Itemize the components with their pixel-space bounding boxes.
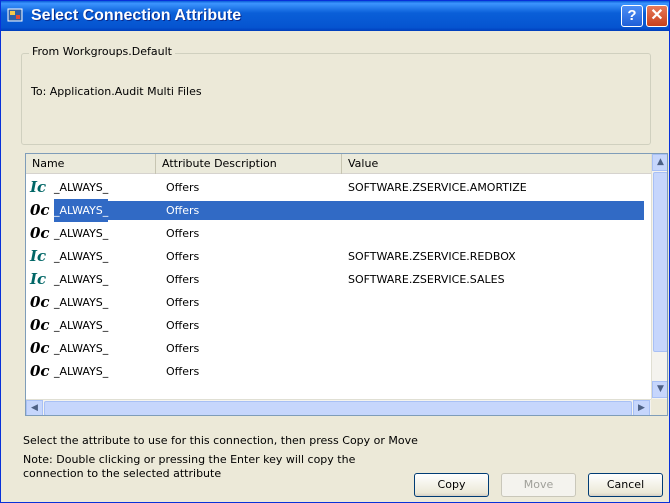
list-row[interactable]: Ic _ALWAYS_ Offers SOFTWARE.ZSERVICE.SALES: [26, 268, 651, 291]
help-button[interactable]: ?: [621, 5, 643, 27]
vertical-scroll-thumb[interactable]: [653, 172, 667, 352]
attr-oc-icon: 0c: [30, 339, 50, 357]
list-row[interactable]: Ic _ALWAYS_ Offers SOFTWARE.ZSERVICE.AMORTI…: [26, 176, 651, 199]
note-line-1: Note: Double clicking or pressing the En…: [23, 453, 356, 466]
help-icon: ?: [627, 7, 637, 24]
attr-oc-icon: 0c: [30, 201, 50, 219]
row-value: SOFTWARE.ZSERVICE.SALES: [348, 273, 505, 286]
title-bar[interactable]: Select Connection Attribute ? ✕: [1, 1, 669, 31]
column-header-description[interactable]: Attribute Description: [156, 154, 342, 174]
scroll-left-icon[interactable]: ◀: [26, 400, 43, 415]
list-row[interactable]: 0c _ALWAYS_ Offers: [26, 337, 651, 360]
list-row[interactable]: 0c _ALWAYS_ Offers: [26, 222, 651, 245]
scroll-down-icon[interactable]: ▼: [652, 381, 667, 398]
scroll-up-icon[interactable]: ▲: [652, 154, 667, 171]
list-rows: Ic _ALWAYS_ Offers SOFTWARE.ZSERVICE.AMORTI…: [26, 176, 651, 383]
attr-oc-icon: 0c: [30, 316, 50, 334]
group-legend: From Workgroups.Default: [29, 45, 175, 58]
horizontal-scrollbar[interactable]: ◀ ▶: [26, 399, 651, 415]
close-button[interactable]: ✕: [646, 5, 668, 27]
column-header-name[interactable]: Name: [26, 154, 156, 174]
row-description: Offers: [166, 319, 200, 332]
row-name: _ALWAYS_: [54, 342, 109, 355]
list-row[interactable]: 0c _ALWAYS_ Offers: [26, 360, 651, 383]
row-value: SOFTWARE.ZSERVICE.REDBOX: [348, 250, 516, 263]
row-name: _ALWAYS_: [54, 273, 109, 286]
list-header: Name Attribute Description Value: [26, 154, 651, 174]
attr-oc-icon: 0c: [30, 293, 50, 311]
row-description: Offers: [166, 296, 200, 309]
to-label: To: Application.Audit Multi Files: [31, 85, 202, 98]
row-description: Offers: [166, 181, 200, 194]
note-text: Note: Double clicking or pressing the En…: [23, 453, 403, 481]
vertical-scrollbar[interactable]: ▲ ▼: [651, 154, 667, 399]
move-button[interactable]: Move: [501, 473, 576, 497]
connection-group: [21, 53, 651, 145]
attr-ic-icon: Ic: [30, 178, 47, 196]
copy-button[interactable]: Copy: [414, 473, 489, 497]
attr-ic-icon: Ic: [30, 270, 47, 288]
row-description: Offers: [166, 204, 200, 217]
row-name: _ALWAYS_: [54, 296, 109, 309]
instructions-text: Select the attribute to use for this con…: [23, 434, 418, 447]
row-description: Offers: [166, 342, 200, 355]
row-name: _ALWAYS_: [54, 227, 109, 240]
close-icon: ✕: [650, 7, 664, 24]
dialog-window: Select Connection Attribute ? ✕ From Wor…: [0, 0, 670, 503]
row-name: _ALWAYS_: [54, 181, 109, 194]
row-name: _ALWAYS_: [54, 319, 109, 332]
column-header-value[interactable]: Value: [342, 154, 651, 174]
list-row[interactable]: Ic _ALWAYS_ Offers SOFTWARE.ZSERVICE.REDBOX: [26, 245, 651, 268]
scroll-corner: [651, 399, 667, 415]
row-name: _ALWAYS_: [54, 250, 109, 263]
app-icon: [7, 8, 23, 22]
scroll-right-icon[interactable]: ▶: [633, 400, 650, 415]
list-row[interactable]: 0c _ALWAYS_ Offers: [26, 314, 651, 337]
list-row[interactable]: 0c _ALWAYS_ Offers: [26, 291, 651, 314]
row-description: Offers: [166, 250, 200, 263]
attribute-list[interactable]: Name Attribute Description Value Ic _ALWA…: [25, 153, 668, 416]
cancel-button[interactable]: Cancel: [588, 473, 663, 497]
horizontal-scroll-thumb[interactable]: [44, 401, 632, 415]
window-title: Select Connection Attribute: [31, 7, 242, 24]
list-row[interactable]: 0c _ALWAYS_ Offers: [26, 199, 651, 222]
row-name: _ALWAYS_: [54, 199, 109, 222]
attr-oc-icon: 0c: [30, 224, 50, 242]
row-description: Offers: [166, 273, 200, 286]
selection-highlight: [54, 201, 644, 220]
row-description: Offers: [166, 227, 200, 240]
row-name: _ALWAYS_: [54, 365, 109, 378]
note-line-2: connection to the selected attribute: [23, 467, 222, 480]
attr-oc-icon: 0c: [30, 362, 50, 380]
row-description: Offers: [166, 365, 200, 378]
row-value: SOFTWARE.ZSERVICE.AMORTIZE: [348, 181, 527, 194]
attr-ic-icon: Ic: [30, 247, 47, 265]
